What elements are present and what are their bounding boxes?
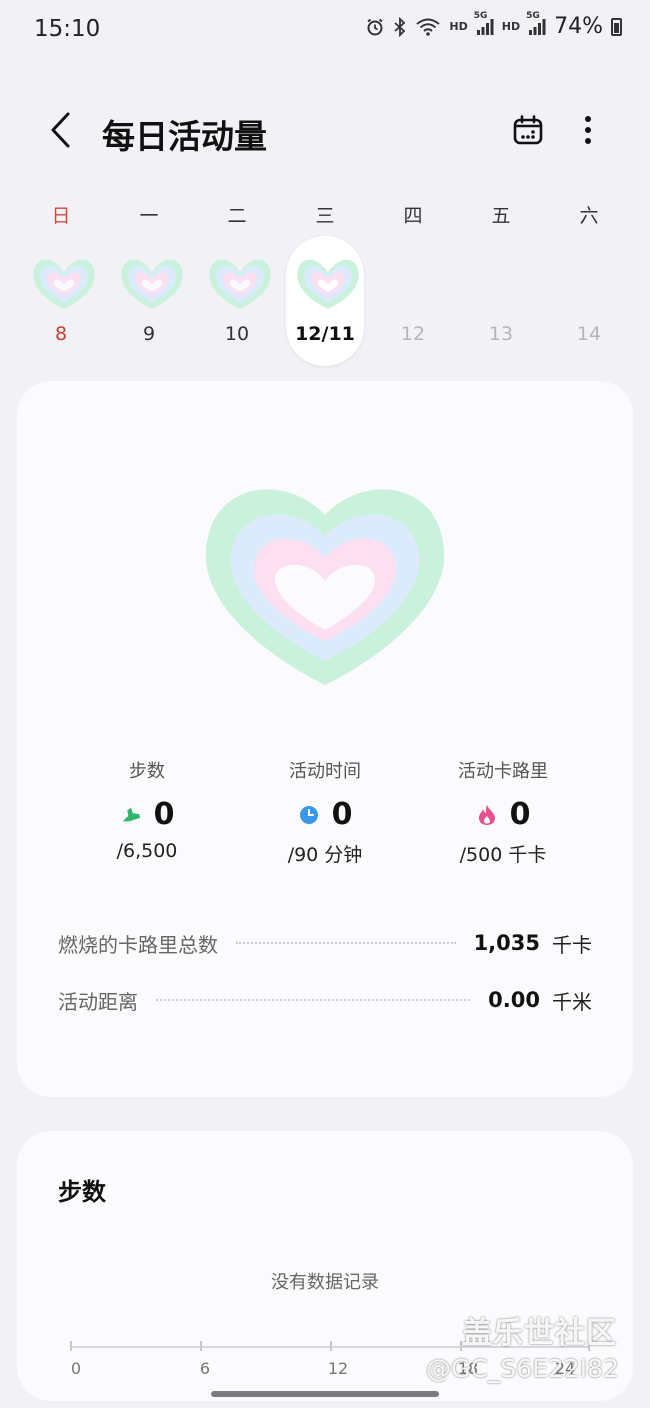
calendar-button[interactable] <box>508 110 548 150</box>
wifi-icon <box>415 17 441 37</box>
stat-label: 活动卡路里 <box>458 761 548 782</box>
day-date: 13 <box>488 323 514 345</box>
activity-rings-heart-icon <box>205 489 445 685</box>
day-date: 14 <box>576 323 602 345</box>
day-item-monday[interactable]: 一 9 <box>109 195 189 370</box>
day-item-friday[interactable]: 五 13 <box>461 195 541 370</box>
chevron-left-icon <box>51 112 70 148</box>
day-date: 12 <box>400 323 426 345</box>
stat-label: 步数 <box>129 761 165 782</box>
watermark-community: 盖乐世社区 <box>462 1316 617 1351</box>
stat-goal: /6,500 <box>116 840 178 862</box>
metric-total-calories: 燃烧的卡路里总数 1,035 千卡 <box>58 926 592 960</box>
axis-tick <box>200 1341 202 1351</box>
battery-icon <box>611 17 622 36</box>
network-label-hd-2: HD <box>501 20 521 33</box>
status-bar: 15:10 HD 5G HD 5G 74% <box>0 0 650 62</box>
flame-icon <box>476 804 498 826</box>
axis-tick-label: 0 <box>70 1359 82 1378</box>
heart-ring-icon <box>33 259 95 309</box>
steps-card-title: 步数 <box>58 1178 106 1206</box>
watermark-user: @GC_S6E22I82 <box>426 1354 619 1383</box>
day-date: 12/11 <box>295 323 355 345</box>
signal-icon-2: 5G <box>526 11 546 36</box>
day-label: 日 <box>51 205 71 227</box>
axis-tick <box>70 1341 72 1351</box>
home-indicator[interactable] <box>211 1391 439 1397</box>
stat-steps: 步数 0 /6,500 <box>47 757 247 862</box>
day-item-sunday[interactable]: 日 8 <box>21 195 101 370</box>
dotted-leader <box>156 999 471 1001</box>
stat-value: 0 <box>509 797 531 832</box>
stat-value: 0 <box>153 797 175 832</box>
day-date: 10 <box>224 323 250 345</box>
day-date: 8 <box>54 323 68 345</box>
day-item-wednesday-selected[interactable]: 三 12/11 <box>285 195 365 370</box>
day-label: 三 <box>315 205 335 227</box>
metric-label: 活动距离 <box>58 989 138 1014</box>
app-header: 每日活动量 <box>0 92 650 172</box>
heart-ring-icon <box>121 259 183 309</box>
day-item-saturday[interactable]: 六 14 <box>549 195 629 370</box>
alarm-icon <box>365 17 385 37</box>
more-vertical-icon <box>585 116 591 144</box>
shoe-icon <box>120 804 142 826</box>
battery-percent: 74% <box>554 14 603 39</box>
heart-ring-icon <box>209 259 271 309</box>
activity-summary-card[interactable]: 步数 0 /6,500 活动时间 0 /90 分钟 活动卡路里 0 /500 千… <box>17 381 633 1097</box>
status-icons: HD 5G HD 5G 74% <box>365 11 622 39</box>
bluetooth-icon <box>393 16 407 37</box>
heart-ring-icon <box>297 259 359 309</box>
calendar-icon <box>513 115 543 145</box>
stat-goal: /500 千卡 <box>459 844 547 866</box>
stat-label: 活动时间 <box>289 761 361 782</box>
dotted-leader <box>236 942 456 944</box>
axis-tick-label: 6 <box>199 1359 211 1378</box>
metric-label: 燃烧的卡路里总数 <box>58 932 218 957</box>
day-label: 六 <box>579 205 599 227</box>
day-label: 五 <box>491 205 511 227</box>
axis-tick <box>330 1341 332 1351</box>
more-options-button[interactable] <box>568 110 608 150</box>
no-data-message: 没有数据记录 <box>271 1272 379 1293</box>
day-label: 一 <box>139 205 159 227</box>
activity-stats: 步数 0 /6,500 活动时间 0 /90 分钟 活动卡路里 0 /500 千… <box>17 757 633 867</box>
page-title: 每日活动量 <box>102 117 267 156</box>
network-label-5g-2: 5G <box>526 10 540 21</box>
axis-tick-label: 12 <box>327 1359 349 1378</box>
metric-value: 0.00 <box>488 988 540 1012</box>
clock-icon <box>298 804 320 826</box>
stat-goal: /90 分钟 <box>287 844 363 866</box>
stat-active-time: 活动时间 0 /90 分钟 <box>225 757 425 867</box>
status-time: 15:10 <box>34 16 101 42</box>
back-button[interactable] <box>40 110 80 150</box>
metric-unit: 千卡 <box>552 932 592 957</box>
metric-value: 1,035 <box>473 931 540 955</box>
metric-unit: 千米 <box>552 989 592 1014</box>
metric-active-distance: 活动距离 0.00 千米 <box>58 983 592 1017</box>
week-strip: 日 8 一 9 二 10 三 12/11 四 12 五 13 六 14 <box>17 195 633 370</box>
day-item-thursday[interactable]: 四 12 <box>373 195 453 370</box>
day-item-tuesday[interactable]: 二 10 <box>197 195 277 370</box>
network-label-5g: 5G <box>473 10 488 21</box>
stat-active-calories: 活动卡路里 0 /500 千卡 <box>403 757 603 867</box>
signal-icon: 5G <box>474 11 494 36</box>
stat-value: 0 <box>331 797 353 832</box>
day-label: 四 <box>403 205 423 227</box>
day-date: 9 <box>142 323 156 345</box>
network-label-hd: HD <box>449 20 468 33</box>
day-label: 二 <box>227 205 247 227</box>
